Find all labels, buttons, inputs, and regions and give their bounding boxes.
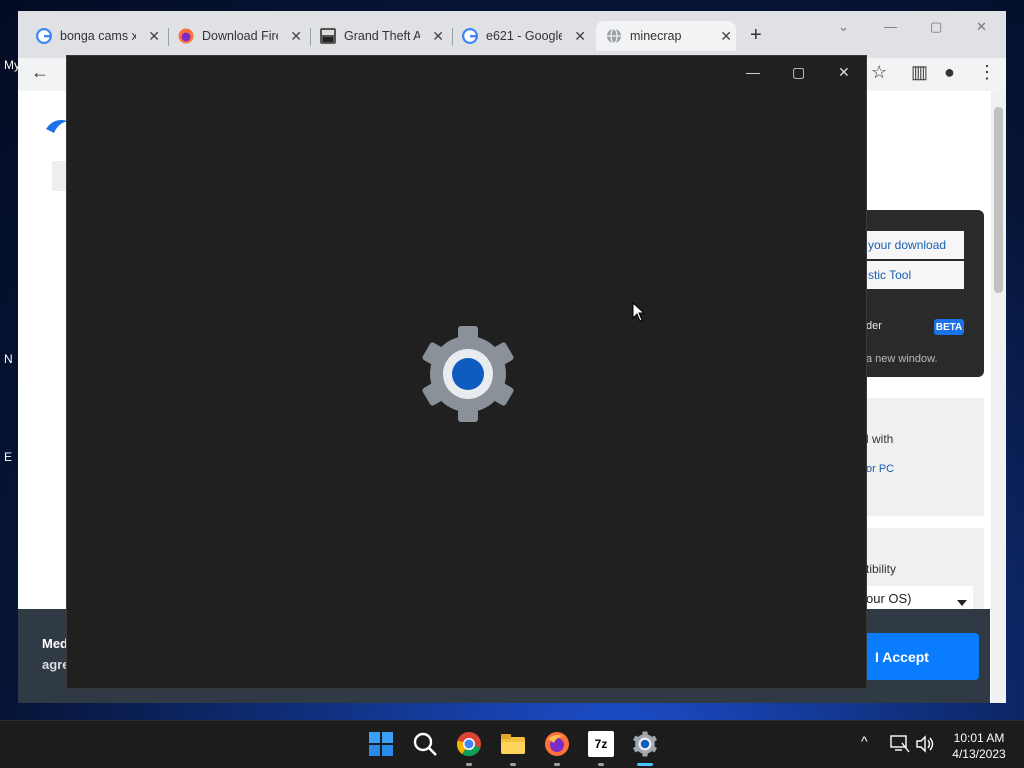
windows-start-icon[interactable] [368,731,394,757]
gta-icon [320,28,336,44]
tab-label: e621 - Google [486,29,562,43]
tab-label: minecrap [630,29,682,43]
chevron-down-icon [957,600,967,606]
scrollbar-thumb[interactable] [994,107,1003,293]
tray-chevron-icon[interactable]: ^ [861,733,868,749]
clock-time: 10:01 AM [953,731,1005,745]
back-button[interactable]: ← [31,62,49,83]
firefox-icon [178,28,194,44]
volume-icon[interactable] [915,735,935,753]
info-box-link[interactable]: or PC [866,463,894,475]
minimize-button[interactable]: — [746,64,760,80]
tab-strip: bonga cams x ✕ Download Fire ✕ Grand The… [18,11,1006,58]
compatibility-text: tibility [866,562,897,576]
tab-minecrap[interactable]: minecrap ✕ [596,21,736,51]
tab-label: Grand Theft A [344,29,420,43]
desktop-icon-label[interactable]: N [4,352,18,366]
panel-text: der [866,320,882,332]
7zip-icon[interactable]: 7z [588,731,614,757]
7zip-label: 7z [594,737,608,751]
desktop-icon-label[interactable]: My [4,58,20,72]
globe-icon [607,28,621,44]
app-running-indicator [598,763,604,766]
app-active-indicator [637,763,653,766]
beta-badge: BETA [934,319,964,335]
mouse-cursor-icon [632,302,646,322]
panel-text: a new window. [866,353,938,365]
google-icon [36,28,52,44]
diagnostic-tool-link[interactable]: stic Tool [858,261,964,289]
app-running-indicator [466,763,472,766]
firefox-icon[interactable] [544,731,570,757]
search-icon[interactable] [412,731,438,757]
app-running-indicator [554,763,560,766]
os-select-value: our OS) [866,591,912,606]
tab-download-firefox[interactable]: Download Fire ✕ [178,21,306,51]
your-download-link[interactable]: your download [858,231,964,259]
new-tab-button[interactable]: + [750,24,762,47]
google-icon [462,28,478,44]
tab-search-chevron-icon[interactable]: ⌄ [838,19,849,35]
close-icon[interactable]: ✕ [432,28,444,45]
info-box-text: l with [866,432,894,446]
settings-app-icon[interactable] [632,731,658,757]
cookie-text: Med [42,636,68,651]
info-box [858,398,984,516]
close-icon[interactable]: ✕ [290,28,302,45]
minimize-button[interactable]: — [884,19,897,34]
tab-gta[interactable]: Grand Theft A ✕ [320,21,448,51]
network-icon[interactable] [890,735,910,753]
close-icon[interactable]: ✕ [574,28,586,45]
tab-e621[interactable]: e621 - Google ✕ [462,21,590,51]
clock-date: 4/13/2023 [952,747,1006,761]
maximize-button[interactable]: ▢ [792,64,805,81]
tab-divider [310,28,311,46]
maximize-button[interactable]: ▢ [930,19,942,35]
close-button[interactable]: ✕ [976,19,987,35]
app-running-indicator [510,763,516,766]
profile-icon[interactable]: ● [944,62,955,83]
settings-gear-icon [422,326,514,422]
tab-label: bonga cams x [60,29,136,43]
clock[interactable]: 10:01 AM 4/13/2023 [944,730,1014,762]
close-icon[interactable]: ✕ [720,28,732,45]
bookmark-star-icon[interactable]: ☆ [871,62,887,83]
accept-button[interactable]: I Accept [858,633,979,680]
taskbar: 7z ^ 10:01 AM 4/13/2023 [0,720,1024,768]
desktop-icon-label[interactable]: E [4,450,18,464]
chrome-icon[interactable] [456,731,482,757]
tab-bonga[interactable]: bonga cams x ✕ [36,21,164,51]
page-scrollbar[interactable] [991,91,1006,703]
menu-icon[interactable]: ⋮ [978,62,996,83]
tab-label: Download Fire [202,29,278,43]
close-icon[interactable]: ✕ [148,28,160,45]
os-select[interactable]: our OS) [858,586,973,610]
settings-window: — ▢ ✕ [66,55,867,689]
tab-divider [452,28,453,46]
close-button[interactable]: ✕ [838,64,850,81]
file-explorer-icon[interactable] [500,731,526,757]
tab-divider [168,28,169,46]
side-panel-icon[interactable]: ▥ [911,62,928,83]
